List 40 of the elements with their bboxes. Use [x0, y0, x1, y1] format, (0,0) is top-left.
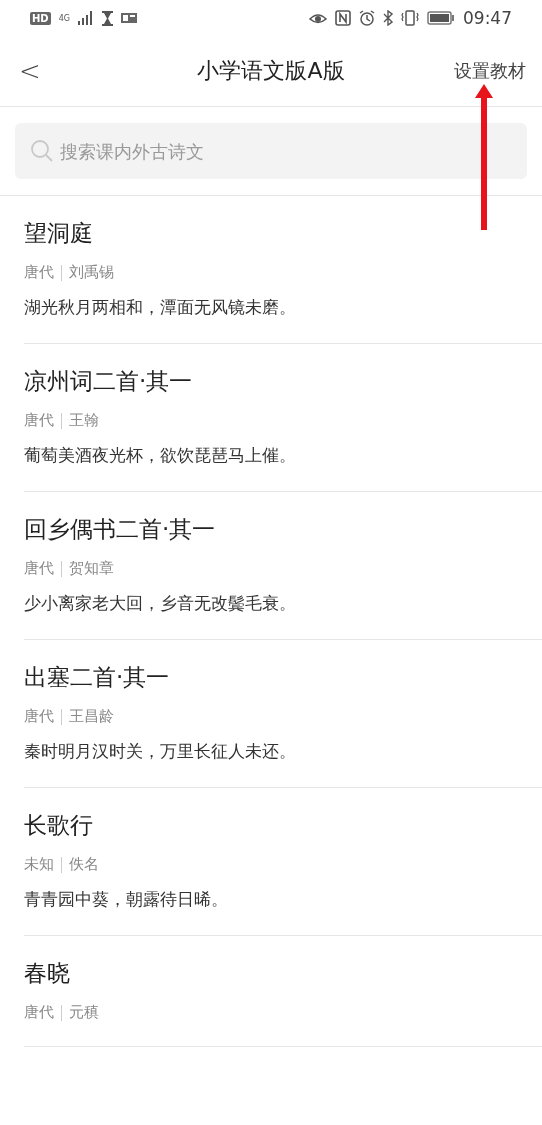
poem-title[interactable]: 望洞庭	[24, 218, 542, 249]
poem-author: 元稹	[69, 1003, 99, 1022]
poem-dynasty: 未知	[24, 855, 54, 874]
hd-badge: HD	[30, 11, 51, 25]
bluetooth-icon	[383, 10, 393, 26]
poem-title[interactable]: 长歌行	[24, 810, 542, 841]
poem-excerpt: 少小离家老大回，乡音无改鬓毛衰。	[24, 592, 297, 615]
battery-icon	[427, 11, 455, 25]
back-button[interactable]: <	[18, 56, 42, 86]
poem-excerpt: 秦时明月汉时关，万里长征人未还。	[24, 740, 297, 763]
poem-excerpt: 葡萄美酒夜光杯，欲饮琵琶马上催。	[24, 444, 297, 467]
set-textbook-button[interactable]: 设置教材	[454, 59, 526, 83]
clock-time: 09:47	[463, 8, 512, 28]
poem-dynasty: 唐代	[24, 559, 54, 578]
signal-icon	[77, 11, 94, 25]
poem-title[interactable]: 凉州词二首·其一	[24, 366, 542, 397]
poem-excerpt: 青青园中葵，朝露待日晞。	[24, 888, 229, 911]
poem-title[interactable]: 出塞二首·其一	[24, 662, 542, 693]
vibrate-icon	[401, 10, 419, 26]
poem-title[interactable]: 春晓	[24, 958, 542, 989]
poem-title[interactable]: 回乡偶书二首·其一	[24, 514, 542, 545]
hourglass-icon	[101, 10, 113, 26]
poem-author: 王昌龄	[69, 707, 114, 726]
poem-author: 刘禹锡	[69, 263, 114, 282]
page-title: 小学语文版A版	[197, 57, 345, 85]
poem-author: 王翰	[69, 411, 99, 430]
network-label: 4G	[58, 13, 70, 23]
poem-dynasty: 唐代	[24, 411, 54, 430]
poem-dynasty: 唐代	[24, 1003, 54, 1022]
poem-author: 贺知章	[69, 559, 114, 578]
card-icon	[120, 12, 137, 24]
poem-author: 佚名	[69, 855, 99, 874]
poem-dynasty: 唐代	[24, 707, 54, 726]
search-field[interactable]: 搜索课内外古诗文	[15, 123, 527, 179]
poem-excerpt: 湖光秋月两相和，潭面无风镜未磨。	[24, 296, 297, 319]
poem-dynasty: 唐代	[24, 263, 54, 282]
search-icon	[30, 139, 54, 163]
nfc-icon	[335, 10, 351, 26]
eye-icon	[309, 11, 327, 25]
alarm-icon	[359, 10, 375, 26]
